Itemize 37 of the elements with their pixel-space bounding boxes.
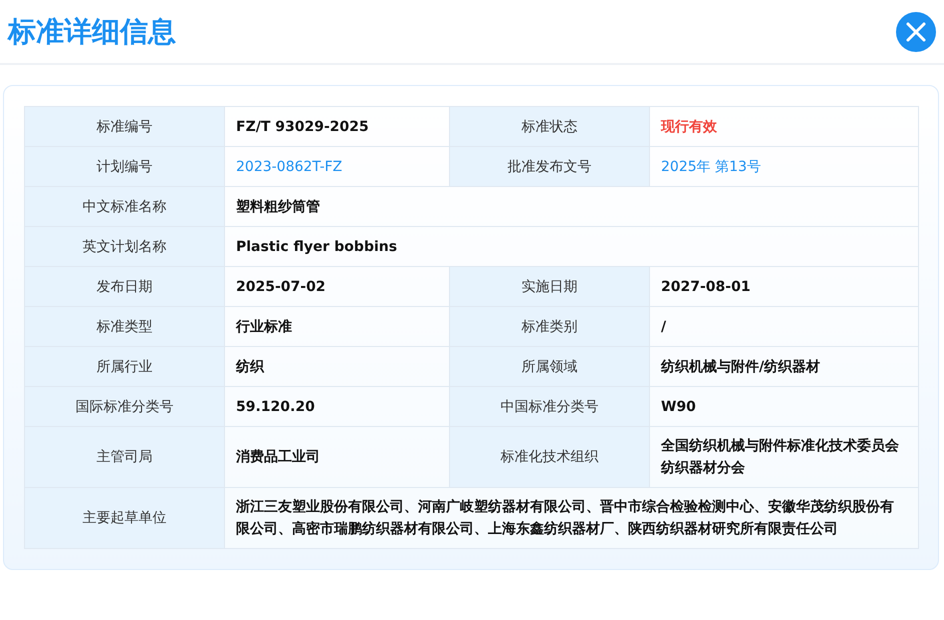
field-label: 标准类别: [450, 306, 650, 346]
dialog-title: 标准详细信息: [8, 14, 176, 50]
field-link[interactable]: 2025年 第13号: [650, 146, 918, 186]
field-label: 批准发布文号: [450, 146, 650, 186]
field-label: 计划编号: [24, 146, 224, 186]
field-value: 纺织: [224, 346, 450, 386]
field-value: 消费品工业司: [224, 426, 450, 488]
field-label: 英文计划名称: [24, 226, 224, 266]
field-label: 所属领域: [450, 346, 650, 386]
field-label: 所属行业: [24, 346, 224, 386]
field-label: 发布日期: [24, 266, 224, 306]
field-link[interactable]: 2023-0862T-FZ: [224, 146, 450, 186]
field-value: 2025-07-02: [224, 266, 450, 306]
field-value: 浙江三友塑业股份有限公司、河南广岐塑纺器材有限公司、晋中市综合检验检测中心、安徽华茂纺织股份有限公司、高密市瑞鹏纺织器材有限公司、上海东鑫纺织器材厂、陕西纺织器材研究所有限责任公司: [224, 488, 918, 548]
field-label: 实施日期: [450, 266, 650, 306]
field-value: Plastic flyer bobbins: [224, 226, 918, 266]
field-label: 标准状态: [450, 106, 650, 146]
field-label: 国际标准分类号: [24, 386, 224, 426]
close-icon: [905, 20, 927, 42]
field-value: 全国纺织机械与附件标准化技术委员会纺织器材分会: [650, 426, 918, 488]
field-value: W90: [650, 386, 918, 426]
field-value: 塑料粗纱筒管: [224, 186, 918, 226]
field-label: 中文标准名称: [24, 186, 224, 226]
field-value: /: [650, 306, 918, 346]
field-label: 标准化技术组织: [450, 426, 650, 488]
field-value: FZ/T 93029-2025: [224, 106, 450, 146]
field-label: 中国标准分类号: [450, 386, 650, 426]
field-value: 行业标准: [224, 306, 450, 346]
close-button[interactable]: [896, 12, 936, 52]
field-value: 59.120.20: [224, 386, 450, 426]
field-value: 纺织机械与附件/纺织器材: [650, 346, 918, 386]
field-value: 2027-08-01: [650, 266, 918, 306]
status-value: 现行有效: [650, 106, 918, 146]
field-label: 标准类型: [24, 306, 224, 346]
field-label: 标准编号: [24, 106, 224, 146]
field-label: 主管司局: [24, 426, 224, 488]
field-label: 主要起草单位: [24, 488, 224, 548]
